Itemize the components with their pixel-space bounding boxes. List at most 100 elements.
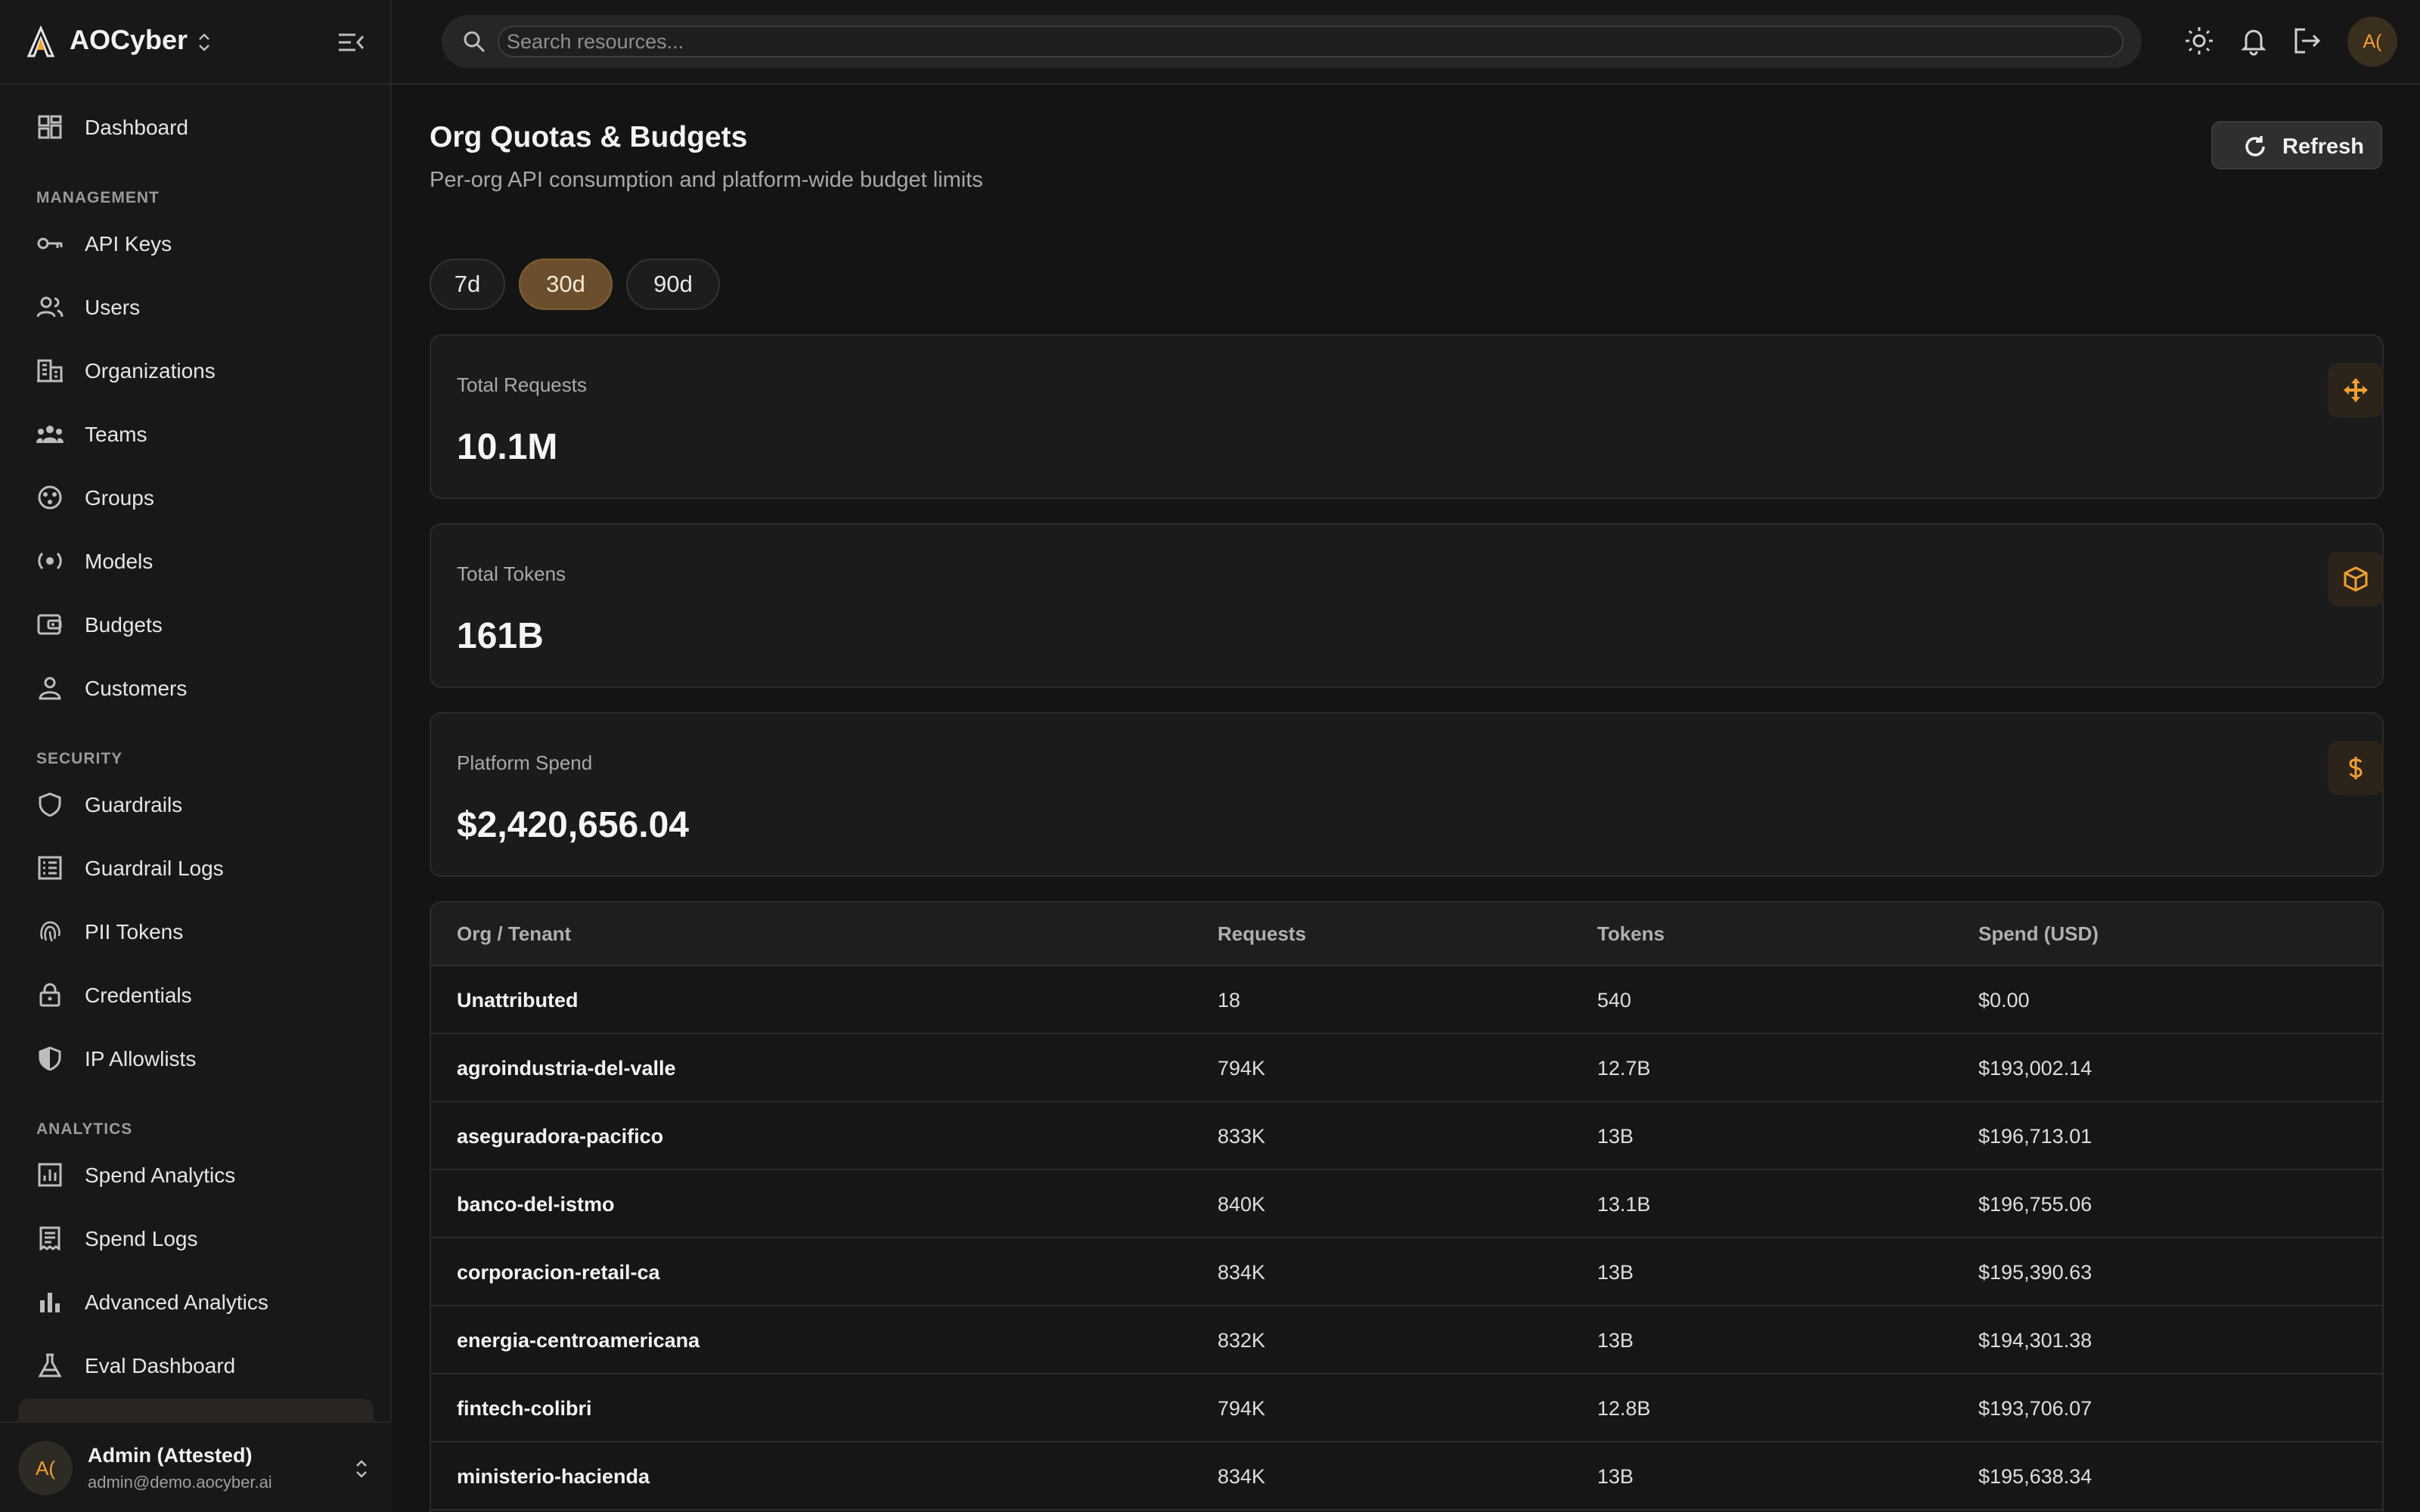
sidebar-item-ip-allowlists[interactable]: IP Allowlists [18, 1031, 374, 1086]
dashboard-icon [38, 115, 62, 139]
stat-value: 10.1M [457, 427, 558, 467]
cell-org: energia-centroamericana [457, 1329, 700, 1352]
stat-value: $2,420,656.04 [457, 805, 689, 845]
bar-chart-icon [40, 1293, 60, 1312]
cell-requests: 833K [1218, 1125, 1266, 1148]
sidebar-item-label: Teams [85, 423, 147, 446]
search-bar [442, 15, 2142, 68]
avatar: A( [18, 1441, 73, 1495]
sidebar-item-groups[interactable]: Groups [18, 470, 374, 525]
sidebar-item-organizations[interactable]: Organizations [18, 343, 374, 398]
model-icon [38, 552, 62, 570]
receipt-icon [39, 1226, 60, 1250]
sidebar-item-label: Dashboard [85, 116, 188, 139]
groups-icon [38, 485, 62, 510]
aocyber-logo-icon [26, 26, 55, 57]
main-content: Org Quotas & Budgets Per-org API consump… [392, 85, 2420, 1512]
sidebar-item-pii-tokens[interactable]: PII Tokens [18, 904, 374, 959]
cell-requests: 18 [1218, 989, 1241, 1012]
users-icon [36, 296, 64, 318]
table-row[interactable]: energia-centroamericana 832K 13B $194,301.3… [431, 1306, 2382, 1374]
search-input[interactable] [498, 26, 2124, 57]
logout-icon[interactable] [2291, 26, 2322, 56]
cell-requests: 834K [1218, 1465, 1266, 1488]
range-30d-button[interactable]: 30d [519, 259, 613, 310]
sidebar-item-credentials[interactable]: Credentials [18, 968, 374, 1022]
cell-spend: $195,390.63 [1978, 1261, 2093, 1284]
sidebar-item-teams[interactable]: Teams [18, 407, 374, 461]
table-row[interactable]: aseguradora-pacifico 833K 13B $196,713.01 [431, 1102, 2382, 1170]
table-row[interactable]: fintech-colibri 794K 12.8B $193,706.07 [431, 1374, 2382, 1442]
cell-org: banco-del-istmo [457, 1193, 615, 1216]
sidebar-item-spend-logs[interactable]: Spend Logs [18, 1211, 374, 1266]
refresh-icon [2245, 136, 2265, 156]
sidebar: AOCyber Dashboard MANAGEMENT API Keys Us… [0, 0, 392, 1512]
table-row[interactable]: banco-del-istmo 840K 13.1B $196,755.06 [431, 1170, 2382, 1238]
search-icon [464, 31, 486, 53]
table-row[interactable]: Unattributed 18 540 $0.00 [431, 966, 2382, 1034]
range-90d-button[interactable]: 90d [626, 259, 720, 310]
cell-spend: $0.00 [1978, 989, 2030, 1012]
cell-org: Unattributed [457, 989, 579, 1012]
sidebar-item-eval-dashboard[interactable]: Eval Dashboard [18, 1338, 374, 1393]
avatar[interactable]: A( [2347, 17, 2397, 67]
cell-tokens: 13B [1597, 1329, 1634, 1352]
sidebar-item-label: PII Tokens [85, 920, 184, 943]
sidebar-item-label: Budgets [85, 613, 163, 637]
user-menu[interactable]: A( Admin (Attested) admin@demo.aocyber.a… [0, 1421, 392, 1512]
app-name: AOCyber [70, 24, 188, 55]
wallet-icon [37, 614, 62, 635]
cell-tokens: 13B [1597, 1125, 1634, 1148]
sidebar-item-label: Guardrails [85, 793, 183, 816]
cell-spend: $194,301.38 [1978, 1329, 2093, 1352]
bell-icon[interactable] [2238, 26, 2269, 56]
sidebar-item-guardrail-logs[interactable]: Guardrail Logs [18, 841, 374, 895]
shield-half-icon [39, 1046, 61, 1070]
sidebar-item-dashboard[interactable]: Dashboard [18, 100, 374, 154]
refresh-label: Refresh [2282, 135, 2364, 159]
refresh-button[interactable]: Refresh [2211, 121, 2382, 169]
stat-card-total-requests: Total Requests 10.1M [430, 334, 2384, 499]
stat-label: Total Tokens [457, 562, 566, 585]
org-quota-table: Org / Tenant Requests Tokens Spend (USD)… [430, 901, 2384, 1512]
column-header-tokens[interactable]: Tokens [1597, 922, 1665, 946]
column-header-requests[interactable]: Requests [1218, 922, 1306, 946]
team-icon [36, 426, 64, 443]
sidebar-item-spend-analytics[interactable]: Spend Analytics [18, 1148, 374, 1202]
cell-tokens: 13.1B [1597, 1193, 1651, 1216]
sidebar-item-label: Eval Dashboard [85, 1354, 236, 1377]
sidebar-item-customers[interactable]: Customers [18, 661, 374, 715]
stat-icon-box [2328, 363, 2384, 417]
stat-value: 161B [457, 616, 544, 656]
sidebar-item-budgets[interactable]: Budgets [18, 597, 374, 652]
column-header-spend[interactable]: Spend (USD) [1978, 922, 2099, 946]
column-header-org[interactable]: Org / Tenant [457, 922, 571, 946]
sidebar-item-active-peek[interactable] [18, 1399, 374, 1421]
cell-spend: $196,755.06 [1978, 1193, 2093, 1216]
sidebar-item-label: Credentials [85, 984, 192, 1007]
cell-org: ministerio-hacienda [457, 1465, 650, 1488]
cell-requests: 840K [1218, 1193, 1266, 1216]
sidebar-item-api-keys[interactable]: API Keys [18, 216, 374, 271]
sidebar-item-label: API Keys [85, 232, 172, 256]
stat-label: Platform Spend [457, 751, 593, 774]
requests-icon [2344, 378, 2368, 402]
org-switcher-icon[interactable] [195, 29, 213, 56]
stat-label: Total Requests [457, 373, 587, 396]
brand-header: AOCyber [0, 0, 392, 85]
range-7d-button[interactable]: 7d [430, 259, 505, 310]
sidebar-item-users[interactable]: Users [18, 280, 374, 334]
sidebar-item-advanced-analytics[interactable]: Advanced Analytics [18, 1275, 374, 1329]
page-subtitle: Per-org API consumption and platform-wid… [430, 168, 983, 192]
sidebar-item-guardrails[interactable]: Guardrails [18, 777, 374, 832]
table-row[interactable]: ministerio-hacienda 834K 13B $195,638.34 [431, 1442, 2382, 1510]
sidebar-item-models[interactable]: Models [18, 534, 374, 588]
cell-tokens: 12.7B [1597, 1057, 1651, 1080]
cell-tokens: 540 [1597, 989, 1632, 1012]
chevron-up-down-icon[interactable] [352, 1456, 371, 1482]
table-row[interactable]: corporacion-retail-ca 834K 13B $195,390.63 [431, 1238, 2382, 1306]
cell-tokens: 13B [1597, 1465, 1634, 1488]
sun-icon[interactable] [2184, 26, 2214, 56]
table-row[interactable]: agroindustria-del-valle 794K 12.7B $193,002… [431, 1034, 2382, 1102]
collapse-sidebar-icon[interactable] [336, 29, 366, 56]
